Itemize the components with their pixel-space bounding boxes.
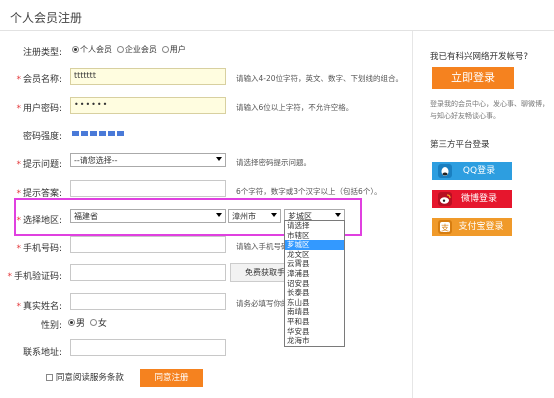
phone-input[interactable] bbox=[70, 236, 226, 253]
address-input[interactable] bbox=[70, 339, 226, 356]
alipay-login-button[interactable]: 支 支付宝登录 bbox=[432, 218, 512, 236]
district-option[interactable]: 市辖区 bbox=[285, 231, 344, 241]
chevron-down-icon bbox=[271, 213, 277, 217]
reg-type-user-radio[interactable] bbox=[161, 46, 169, 53]
district-dropdown-list: 请选择 市辖区 芗城区 龙文区 云霄县 漳浦县 诏安县 长泰县 东山县 南靖县 平和县 华安县 龙海市 bbox=[284, 220, 345, 347]
city-select[interactable]: 漳州市 bbox=[228, 209, 281, 223]
question-label: * 提示问题: bbox=[16, 160, 62, 170]
member-name-hint: 请输入4-20位字符，英文、数字、下划线的组合。 bbox=[236, 74, 404, 83]
realname-input[interactable] bbox=[70, 293, 226, 310]
gender-male-radio[interactable] bbox=[68, 319, 75, 326]
password-strength-meter bbox=[72, 129, 126, 136]
district-option[interactable]: 诏安县 bbox=[285, 279, 344, 289]
reg-type-company-radio[interactable] bbox=[116, 46, 124, 53]
alipay-icon: 支 bbox=[438, 220, 452, 234]
strength-segment bbox=[81, 131, 88, 136]
strength-segment bbox=[108, 131, 115, 136]
district-option[interactable]: 平和县 bbox=[285, 317, 344, 327]
reg-type-group: 个人会员 企业会员 用户 bbox=[72, 44, 188, 55]
strength-label: 密码强度: bbox=[22, 132, 62, 142]
district-option[interactable]: 云霄县 bbox=[285, 259, 344, 269]
district-option[interactable]: 南靖县 bbox=[285, 307, 344, 317]
district-option[interactable]: 芗城区 bbox=[285, 240, 344, 250]
password-hint: 请输入6位以上字符，不允许空格。 bbox=[236, 103, 354, 112]
agree-label: 同意阅读服务条款 bbox=[55, 373, 124, 383]
phone-label: * 手机号码: bbox=[16, 244, 62, 254]
gender-label: 性别: bbox=[40, 321, 62, 331]
phone-hint: 请输入手机号码 bbox=[236, 242, 289, 251]
district-option[interactable]: 龙文区 bbox=[285, 250, 344, 260]
gender-group: 男 女 bbox=[68, 316, 109, 329]
district-option[interactable]: 漳浦县 bbox=[285, 269, 344, 279]
sidebar-divider bbox=[412, 31, 413, 398]
realname-label: * 真实姓名: bbox=[16, 302, 62, 312]
weibo-icon bbox=[438, 192, 452, 206]
agree-checkbox[interactable] bbox=[46, 373, 53, 381]
password-label: * 用户密码: bbox=[16, 104, 62, 114]
district-option[interactable]: 华安县 bbox=[285, 327, 344, 337]
page-title: 个人会员注册 bbox=[10, 11, 83, 25]
agree-row: 同意阅读服务条款 bbox=[46, 371, 124, 383]
strength-segment bbox=[99, 131, 106, 136]
weibo-login-button[interactable]: 微博登录 bbox=[432, 190, 512, 208]
chevron-down-icon bbox=[335, 213, 341, 217]
district-option[interactable]: 请选择 bbox=[285, 221, 344, 231]
realname-hint: 请务必填写你的 bbox=[236, 299, 289, 308]
reg-type-label: 注册类型: bbox=[22, 48, 62, 58]
have-account-text: 我已有科兴网络开发帐号? bbox=[430, 52, 529, 62]
password-input[interactable]: •••••• bbox=[70, 97, 226, 114]
chevron-down-icon bbox=[216, 157, 222, 161]
question-hint: 请选择密码提示问题。 bbox=[236, 158, 311, 167]
verify-label: * 手机验证码: bbox=[7, 272, 62, 282]
strength-segment bbox=[90, 131, 97, 136]
third-party-title: 第三方平台登录 bbox=[430, 140, 490, 150]
answer-hint: 6个字符，数字或3个汉字以上（包括6个）。 bbox=[236, 187, 382, 196]
submit-register-button[interactable]: 同意注册 bbox=[140, 369, 203, 387]
login-desc-line1: 登录我的会员中心，发心事、聊微博， bbox=[430, 100, 549, 108]
verify-code-input[interactable] bbox=[70, 264, 226, 281]
svg-text:支: 支 bbox=[441, 223, 449, 233]
strength-segment bbox=[72, 131, 79, 136]
gender-female-radio[interactable] bbox=[89, 319, 97, 326]
member-name-label: * 会员名称: bbox=[16, 75, 62, 85]
question-select[interactable]: --请您选择-- bbox=[70, 153, 226, 167]
chevron-down-icon bbox=[216, 213, 222, 217]
login-now-button[interactable]: 立即登录 bbox=[432, 67, 514, 89]
qq-penguin-icon bbox=[438, 164, 452, 178]
address-label: 联系地址: bbox=[22, 348, 62, 358]
region-label: * 选择地区: bbox=[16, 216, 62, 226]
member-name-input[interactable]: ttttttt bbox=[70, 68, 226, 85]
reg-type-personal-radio[interactable] bbox=[72, 46, 79, 53]
strength-segment bbox=[117, 131, 124, 136]
login-desc-line2: 与知心好友畅谈心事。 bbox=[430, 112, 500, 120]
header-divider bbox=[0, 30, 554, 31]
district-option[interactable]: 长泰县 bbox=[285, 288, 344, 298]
qq-login-button[interactable]: QQ登录 bbox=[432, 162, 512, 180]
answer-input[interactable] bbox=[70, 180, 226, 197]
province-select[interactable]: 福建省 bbox=[70, 209, 226, 223]
district-option[interactable]: 东山县 bbox=[285, 298, 344, 308]
district-option[interactable]: 龙海市 bbox=[285, 336, 344, 346]
